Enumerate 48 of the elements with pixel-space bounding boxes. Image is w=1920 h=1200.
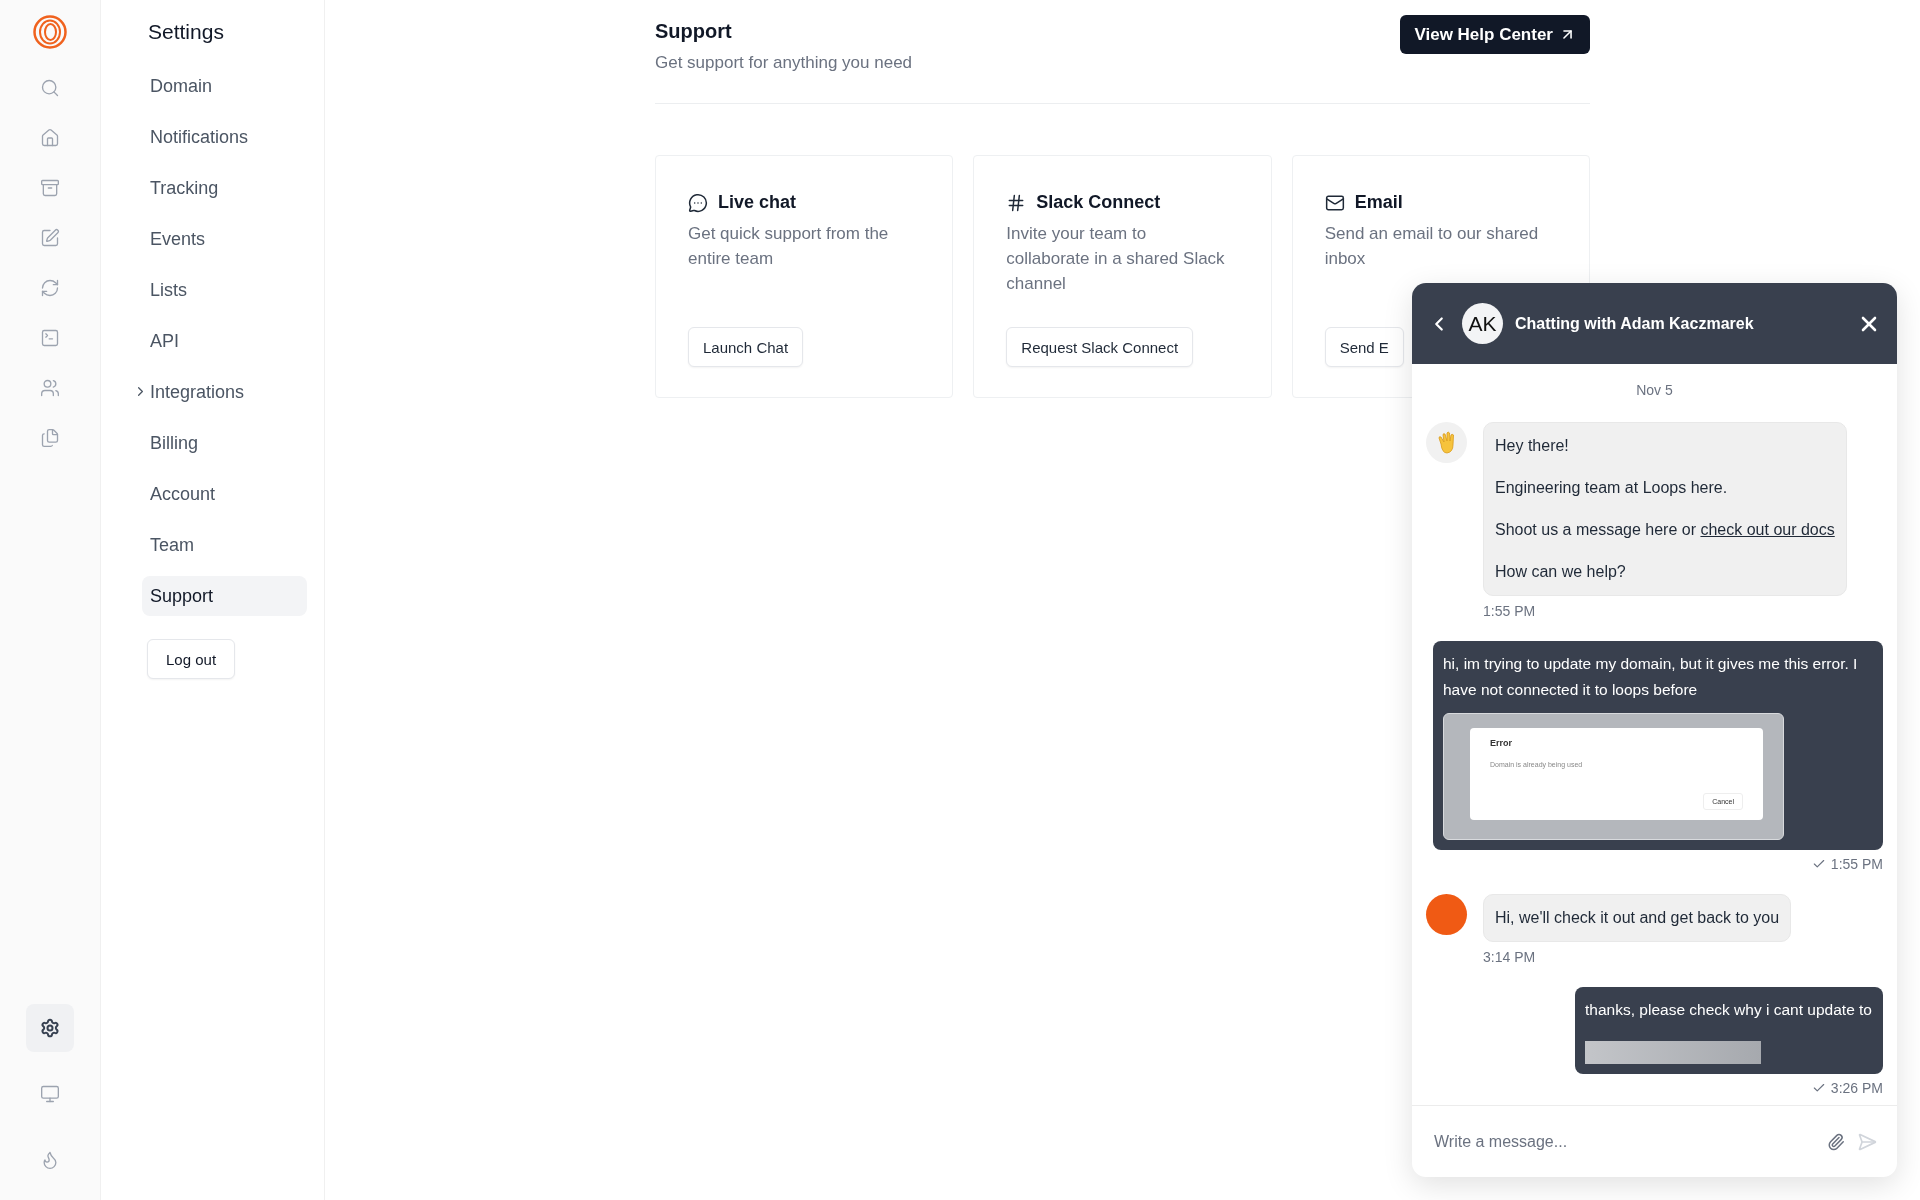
message-text: Engineering team at Loops here.	[1495, 478, 1729, 498]
docs-link[interactable]: check out our docs	[1700, 521, 1835, 538]
card-description: Get quick support from the entire team	[688, 223, 890, 270]
message-text: thanks, please check why i cant update to	[1585, 1000, 1872, 1020]
help-center-button[interactable]: View Help Center	[1400, 15, 1590, 54]
message-input[interactable]: Write a message...	[1432, 1131, 1815, 1152]
nav-item[interactable]: Domain	[142, 66, 307, 106]
page-title: Support	[655, 20, 733, 43]
dialog-title: Error	[1490, 738, 1513, 748]
card-description: Send an email to our shared inbox	[1324, 223, 1540, 270]
nav-item[interactable]: Team	[142, 525, 307, 565]
message-text: How can we help?	[1495, 562, 1627, 582]
nav-item[interactable]: Billing	[142, 423, 307, 463]
message-text: Shoot us a message here or check out our docs	[1495, 520, 1835, 540]
message-text: hi, im trying to update my domain, but it gives me this error. I have not connected it to loops before	[1443, 654, 1859, 700]
avatar-initials: AK	[1462, 303, 1503, 344]
logo-icon[interactable]	[32, 14, 68, 50]
message-text: Hey there!	[1495, 436, 1570, 456]
avatar-circle	[1426, 894, 1467, 935]
card-button[interactable]: Send E	[1324, 327, 1404, 367]
chat-title: Chatting with Adam Kaczmarek	[1515, 314, 1755, 333]
page-subtitle: Get support for anything you need	[655, 53, 913, 73]
message-time: 1:55 PM	[1830, 856, 1883, 872]
message-time: 1:55 PM	[1483, 603, 1536, 619]
nav-item[interactable]: Integrations	[142, 372, 307, 412]
card-description: Invite your team to collaborate in a shared Slack channel	[1006, 223, 1226, 295]
message-time: 3:14 PM	[1483, 949, 1536, 965]
nav-item[interactable]: Support	[142, 576, 307, 616]
card-title: Slack Connect	[1036, 192, 1161, 213]
nav-item[interactable]: Tracking	[142, 168, 307, 208]
paperclip-icon[interactable]	[1827, 1132, 1845, 1151]
send-icon[interactable]	[1857, 1131, 1877, 1152]
message-text: Hi, we'll check it out and get back to you	[1495, 908, 1780, 928]
nav-item[interactable]: Events	[142, 219, 307, 259]
settings-title: Settings	[147, 20, 225, 44]
chat-bubble-icon	[688, 192, 708, 213]
nav-item[interactable]: Lists	[142, 270, 307, 310]
settings-icon[interactable]	[26, 1004, 74, 1052]
nav-item[interactable]: API	[142, 321, 307, 361]
nav-item[interactable]: Notifications	[142, 117, 307, 157]
card-title: Email	[1354, 192, 1403, 213]
message-time: 3:26 PM	[1830, 1080, 1883, 1096]
card-button[interactable]: Request Slack Connect	[1006, 327, 1194, 367]
nav-item[interactable]: Account	[142, 474, 307, 514]
date-label: Nov 5	[1635, 382, 1674, 398]
card-title: Live chat	[718, 192, 797, 213]
log-out-button[interactable]: Log out	[147, 639, 236, 679]
card-button[interactable]: Launch Chat	[688, 327, 804, 367]
